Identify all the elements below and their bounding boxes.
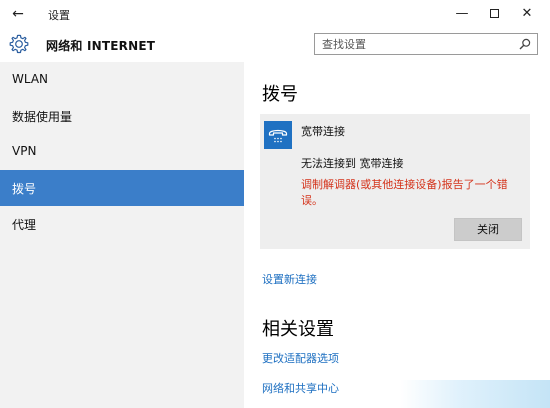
phone-icon bbox=[268, 129, 288, 143]
sidebar-item-label: VPN bbox=[12, 144, 37, 158]
sidebar-item-label: 拨号 bbox=[12, 182, 37, 196]
maximize-button[interactable] bbox=[481, 3, 507, 25]
setup-new-connection-link[interactable]: 设置新连接 bbox=[262, 271, 317, 287]
minimize-icon: — bbox=[455, 6, 469, 21]
connection-status: 无法连接到 宽带连接 bbox=[301, 157, 404, 170]
sidebar-item-label: WLAN bbox=[12, 72, 49, 86]
sidebar-item-proxy[interactable]: 代理 bbox=[0, 206, 244, 242]
connection-name: 宽带连接 bbox=[301, 125, 345, 138]
main-content: 拨号 宽带连接 无法连接到 宽带连接 调制解调器(或其他连接设备)报告了一个错误… bbox=[244, 62, 550, 408]
watermark-blur bbox=[400, 380, 550, 408]
gear-icon bbox=[9, 34, 29, 54]
sidebar-item-wlan[interactable]: WLAN bbox=[0, 62, 244, 98]
sidebar-item-vpn[interactable]: VPN bbox=[0, 134, 244, 170]
sidebar-item-label: 数据使用量 bbox=[12, 110, 73, 124]
maximize-icon bbox=[489, 9, 499, 18]
window-title: 设置 bbox=[48, 9, 70, 22]
section-title-related: 相关设置 bbox=[262, 319, 334, 340]
connection-icon-tile bbox=[264, 121, 292, 149]
sidebar: WLAN 数据使用量 VPN 拨号 代理 bbox=[0, 62, 244, 408]
minimize-button[interactable]: — bbox=[449, 3, 475, 25]
back-arrow-icon: ← bbox=[12, 6, 24, 22]
change-adapter-options-link[interactable]: 更改适配器选项 bbox=[262, 350, 339, 366]
sidebar-item-data-usage[interactable]: 数据使用量 bbox=[0, 98, 244, 134]
title-bar: ← 设置 — ✕ bbox=[0, 0, 550, 28]
close-icon: ✕ bbox=[521, 6, 533, 21]
page-title: 网络和 INTERNET bbox=[46, 39, 156, 53]
search-icon[interactable] bbox=[519, 38, 531, 50]
connection-card[interactable]: 宽带连接 无法连接到 宽带连接 调制解调器(或其他连接设备)报告了一个错误。 关… bbox=[260, 114, 530, 249]
search-box[interactable] bbox=[314, 33, 538, 55]
network-sharing-center-link[interactable]: 网络和共享中心 bbox=[262, 380, 339, 396]
settings-header: 网络和 INTERNET bbox=[0, 28, 550, 62]
section-title-dialup: 拨号 bbox=[262, 84, 298, 105]
close-button[interactable]: 关闭 bbox=[454, 218, 522, 241]
connection-error-message: 调制解调器(或其他连接设备)报告了一个错误。 bbox=[301, 178, 508, 207]
back-button[interactable]: ← bbox=[8, 4, 28, 24]
sidebar-item-label: 代理 bbox=[12, 218, 37, 232]
close-window-button[interactable]: ✕ bbox=[514, 3, 540, 25]
search-input[interactable] bbox=[315, 34, 511, 54]
sidebar-item-dialup[interactable]: 拨号 bbox=[0, 170, 244, 206]
